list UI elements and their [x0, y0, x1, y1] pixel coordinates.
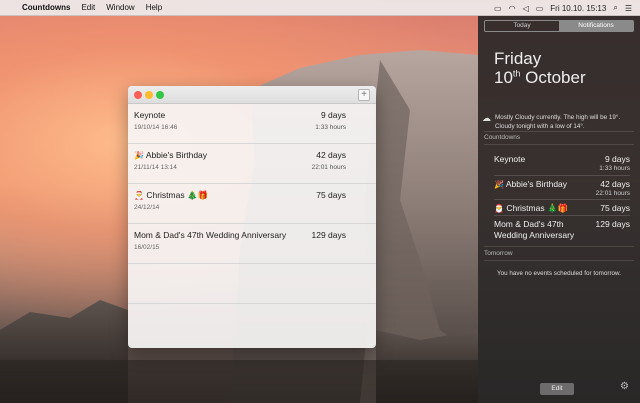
event-date: 24/12/14: [134, 204, 160, 211]
event-name: Keynote: [134, 110, 166, 120]
event-days: 75 days: [316, 190, 346, 200]
list-item[interactable]: Keynote 19/10/14 16:46 9 days 1:33 hours: [128, 104, 376, 144]
list-item-empty: [128, 264, 376, 304]
countdowns-section-label: Countdowns: [484, 134, 521, 141]
event-hours: 1:33 hours: [315, 124, 346, 131]
notification-center-icon[interactable]: ☰: [625, 4, 632, 13]
divider: [484, 131, 634, 132]
divider: [494, 215, 630, 216]
event-hours: 22:01 hours: [311, 164, 346, 171]
no-events-message: You have no events scheduled for tomorro…: [496, 270, 622, 277]
event-date: 16/02/15: [134, 244, 160, 251]
cloud-icon: ☁: [482, 113, 491, 123]
list-item[interactable]: 🎉 Abbie's Birthday 21/11/14 13:14 42 day…: [128, 144, 376, 184]
weather-summary: Mostly Cloudy currently. The high will b…: [495, 114, 621, 130]
nc-event-days: 129 days: [595, 219, 631, 229]
tab-notifications[interactable]: Notifications: [559, 21, 633, 31]
event-date: 21/11/14 13:14: [134, 164, 177, 171]
zoom-button[interactable]: [156, 91, 164, 99]
minimize-button[interactable]: [145, 91, 153, 99]
menu-app-name[interactable]: Countdowns: [22, 3, 70, 12]
divider: [494, 199, 630, 200]
divider: [484, 260, 634, 261]
nc-date: 10th October: [494, 68, 586, 87]
nc-event-name: 🎅 Christmas 🎄🎁: [494, 203, 569, 213]
event-days: 129 days: [311, 230, 347, 240]
nc-day: Friday: [494, 49, 542, 68]
nc-event-name: Mom & Dad's 47th Wedding Anniversary: [494, 219, 575, 240]
event-name: 🎉 Abbie's Birthday: [134, 150, 208, 160]
countdowns-window: + Keynote 19/10/14 16:46 9 days 1:33 hou…: [128, 86, 376, 348]
list-item[interactable]: 🎅 Christmas 🎄🎁 24/12/14 75 days: [128, 184, 376, 224]
nc-event-name: Keynote: [494, 154, 526, 164]
event-name: 🎅 Christmas 🎄🎁: [134, 190, 209, 200]
battery-icon[interactable]: ▭: [536, 4, 544, 13]
close-button[interactable]: [134, 91, 142, 99]
nc-event-days: 75 days: [600, 203, 630, 213]
volume-icon[interactable]: ◁: [523, 4, 529, 13]
event-name: Mom & Dad's 47th Wedding Anniversary: [134, 230, 287, 240]
notification-center-panel: Today Notifications Friday 10th October …: [478, 16, 640, 403]
nc-event-hours: 1:33 hours: [599, 165, 630, 172]
list-item[interactable]: Mom & Dad's 47th Wedding Anniversary 16/…: [128, 224, 376, 264]
santa-icon: 🎅: [134, 191, 144, 200]
nc-segmented-control: Today Notifications: [484, 20, 634, 32]
tab-today[interactable]: Today: [485, 21, 559, 31]
tomorrow-section-label: Tomorrow: [484, 250, 513, 257]
event-days: 9 days: [320, 110, 346, 120]
nc-event-days: 9 days: [604, 154, 630, 164]
add-countdown-button[interactable]: +: [358, 89, 370, 101]
santa-icon: 🎅: [494, 204, 504, 213]
nc-event-name: 🎉 Abbie's Birthday: [494, 179, 568, 189]
divider: [484, 246, 634, 247]
clock-datetime[interactable]: Fri 10.10. 15:13: [550, 4, 606, 13]
wifi-icon[interactable]: ◠: [509, 4, 516, 13]
event-date: 19/10/14 16:46: [134, 124, 178, 131]
window-titlebar[interactable]: +: [128, 86, 376, 104]
nc-event-days: 42 days: [600, 179, 630, 189]
screen-mirroring-icon[interactable]: ▭: [494, 4, 502, 13]
party-icon: 🎉: [134, 151, 144, 160]
divider: [494, 175, 630, 176]
nc-list-item[interactable]: Mom & Dad's 47th Wedding Anniversary 129…: [494, 219, 630, 243]
menu-help[interactable]: Help: [146, 3, 162, 12]
gear-icon[interactable]: ⚙: [620, 381, 629, 392]
nc-event-hours: 22:01 hours: [595, 190, 630, 197]
menu-bar: Countdowns Edit Window Help ▭ ◠ ◁ ▭ Fri …: [0, 0, 640, 16]
menu-window[interactable]: Window: [106, 3, 134, 12]
menu-edit[interactable]: Edit: [81, 3, 95, 12]
party-icon: 🎉: [494, 180, 504, 189]
edit-button[interactable]: Edit: [540, 383, 574, 395]
event-days: 42 days: [316, 150, 346, 160]
search-icon[interactable]: ⌕: [613, 3, 617, 13]
divider: [484, 144, 634, 145]
